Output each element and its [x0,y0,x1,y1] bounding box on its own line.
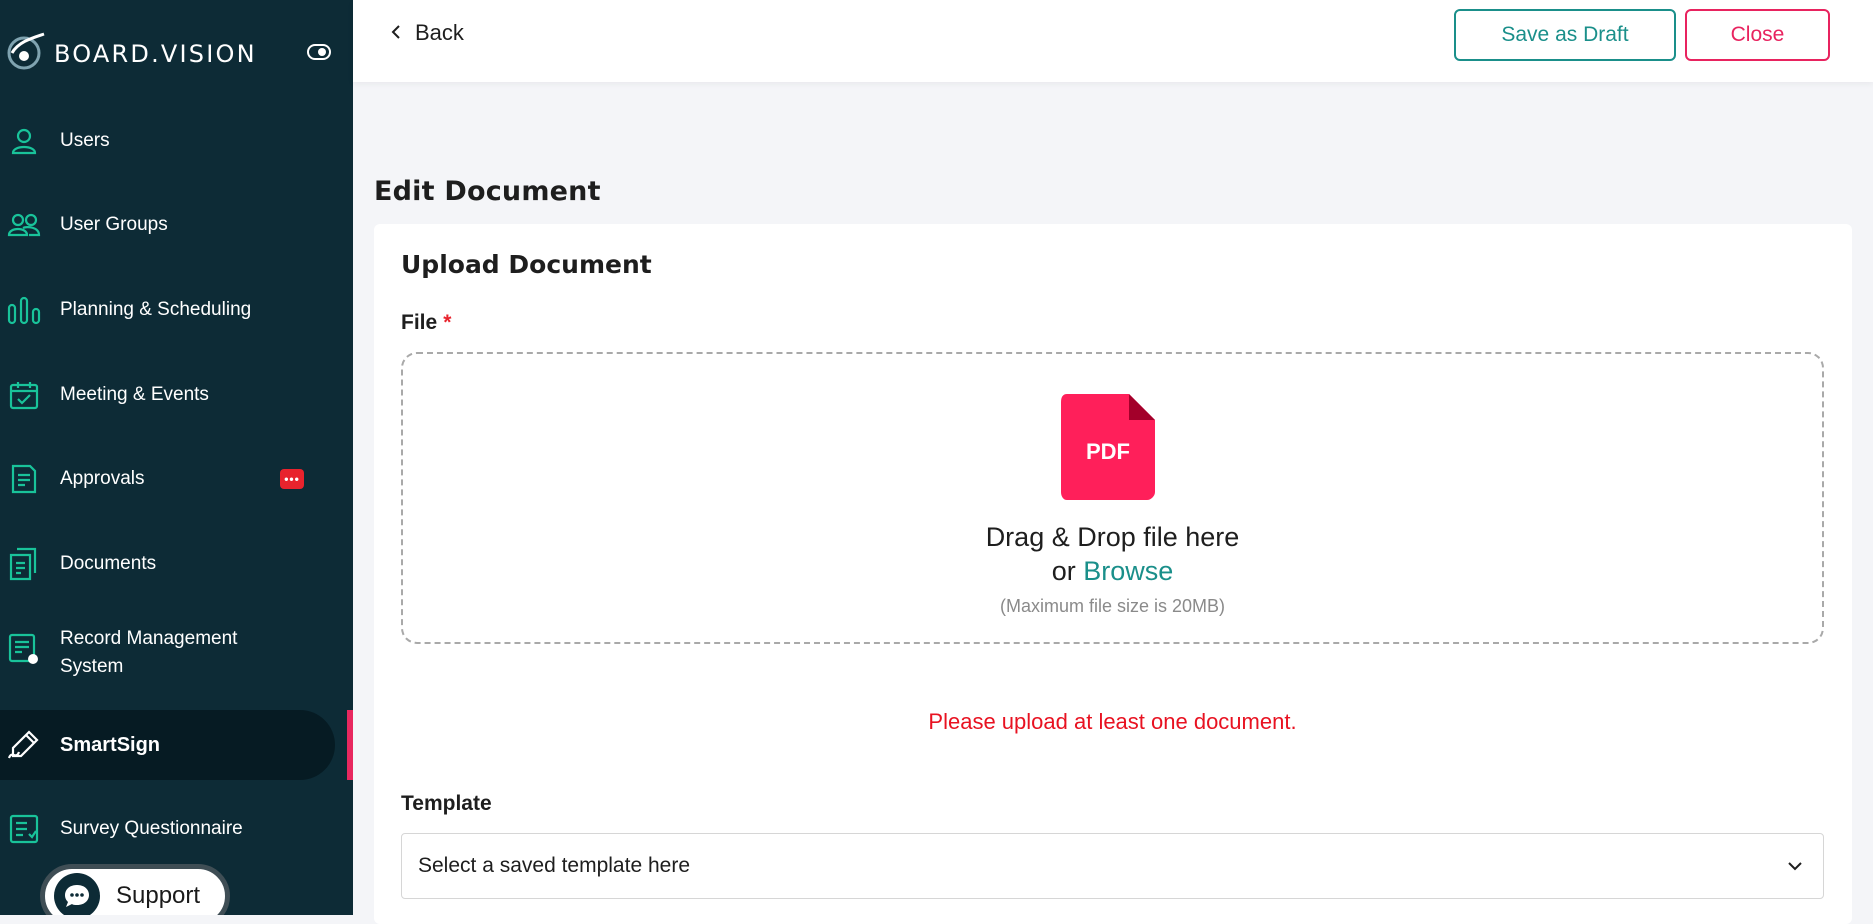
sidebar-item-meeting-events[interactable]: Meeting & Events [0,360,335,430]
back-label: Back [415,20,464,45]
back-button[interactable]: Back [391,20,464,46]
sidebar-item-label: Meeting & Events [60,384,209,405]
template-label: Template [401,792,492,815]
required-mark: * [443,311,452,334]
save-as-draft-button[interactable]: Save as Draft [1454,9,1676,61]
file-label: File * [401,311,451,335]
file-label-text: File [401,311,438,334]
bar-columns-icon [7,293,41,327]
sidebar-item-label: Survey Questionnaire [60,818,243,839]
pdf-file-icon: PDF [1061,394,1155,505]
brand-logo[interactable]: BOARD.VISION [4,30,257,78]
card-title: Upload Document [401,250,652,279]
record-icon [7,632,41,666]
sidebar-item-smartsign[interactable]: SmartSign [0,710,335,780]
sidebar-item-users[interactable]: Users [0,106,335,176]
file-size-hint: (Maximum file size is 20MB) [999,596,1226,616]
sidebar-item-record-management-system[interactable]: Record Management System [0,614,335,684]
calendar-check-icon [7,378,41,412]
pen-signature-icon [7,728,41,762]
sidebar-item-documents[interactable]: Documents [0,529,335,599]
browse-link[interactable]: Browse [1083,556,1173,586]
template-select[interactable]: Select a saved template here [401,833,1824,899]
close-button[interactable]: Close [1685,9,1830,61]
sidebar-item-label: Approvals [60,468,145,489]
approvals-badge: ••• [280,469,304,489]
user-icon [7,124,41,158]
sidebar-item-label-line1: Record Management [60,628,238,649]
file-dropzone[interactable]: PDF Drag & Drop file here or Browse (Max… [401,352,1824,644]
top-bar: Back Save as Draft Close [353,0,1873,82]
sidebar-item-label-line2: System [60,656,124,677]
dropzone-browse-line: or Browse [403,556,1822,587]
document-lines-icon [7,462,41,496]
sidebar-item-label: Documents [60,553,157,574]
support-button[interactable]: Support [40,864,230,915]
template-select-value: Select a saved template here [418,854,690,877]
pdf-icon-text: PDF [1086,439,1130,464]
sidebar-item-label: Planning & Scheduling [60,299,252,320]
sidebar-item-label: SmartSign [60,734,161,756]
upload-error-message: Please upload at least one document. [928,709,1297,734]
support-label: Support [116,882,201,909]
dropzone-instruction: Drag & Drop file here [985,522,1240,552]
logo-icon [4,32,48,77]
chevron-left-icon [391,20,401,46]
brand-name: BOARD.VISION [54,40,257,68]
sidebar-item-planning-scheduling[interactable]: Planning & Scheduling [0,275,335,345]
page-title: Edit Document [374,176,601,207]
user-group-icon [7,208,41,242]
sidebar: BOARD.VISION Users User Groups Planning … [0,0,353,915]
sidebar-toggle-icon[interactable] [307,44,331,65]
chevron-down-icon [1787,858,1803,876]
active-indicator [347,710,353,780]
sidebar-item-label: Users [60,130,110,151]
checklist-icon [7,812,41,846]
sidebar-item-label: Record Management System [60,625,237,681]
upload-card: Upload Document File * PDF Drag & Drop fi… [374,224,1852,924]
sidebar-item-survey-questionnaire[interactable]: Survey Questionnaire [0,794,335,864]
documents-stack-icon [7,547,41,581]
sidebar-item-user-groups[interactable]: User Groups [0,190,335,260]
sidebar-item-approvals[interactable]: Approvals ••• [0,444,335,514]
chat-bubble-icon [54,873,100,915]
dropzone-or-text: or [1051,556,1076,586]
sidebar-item-label: User Groups [60,214,168,235]
